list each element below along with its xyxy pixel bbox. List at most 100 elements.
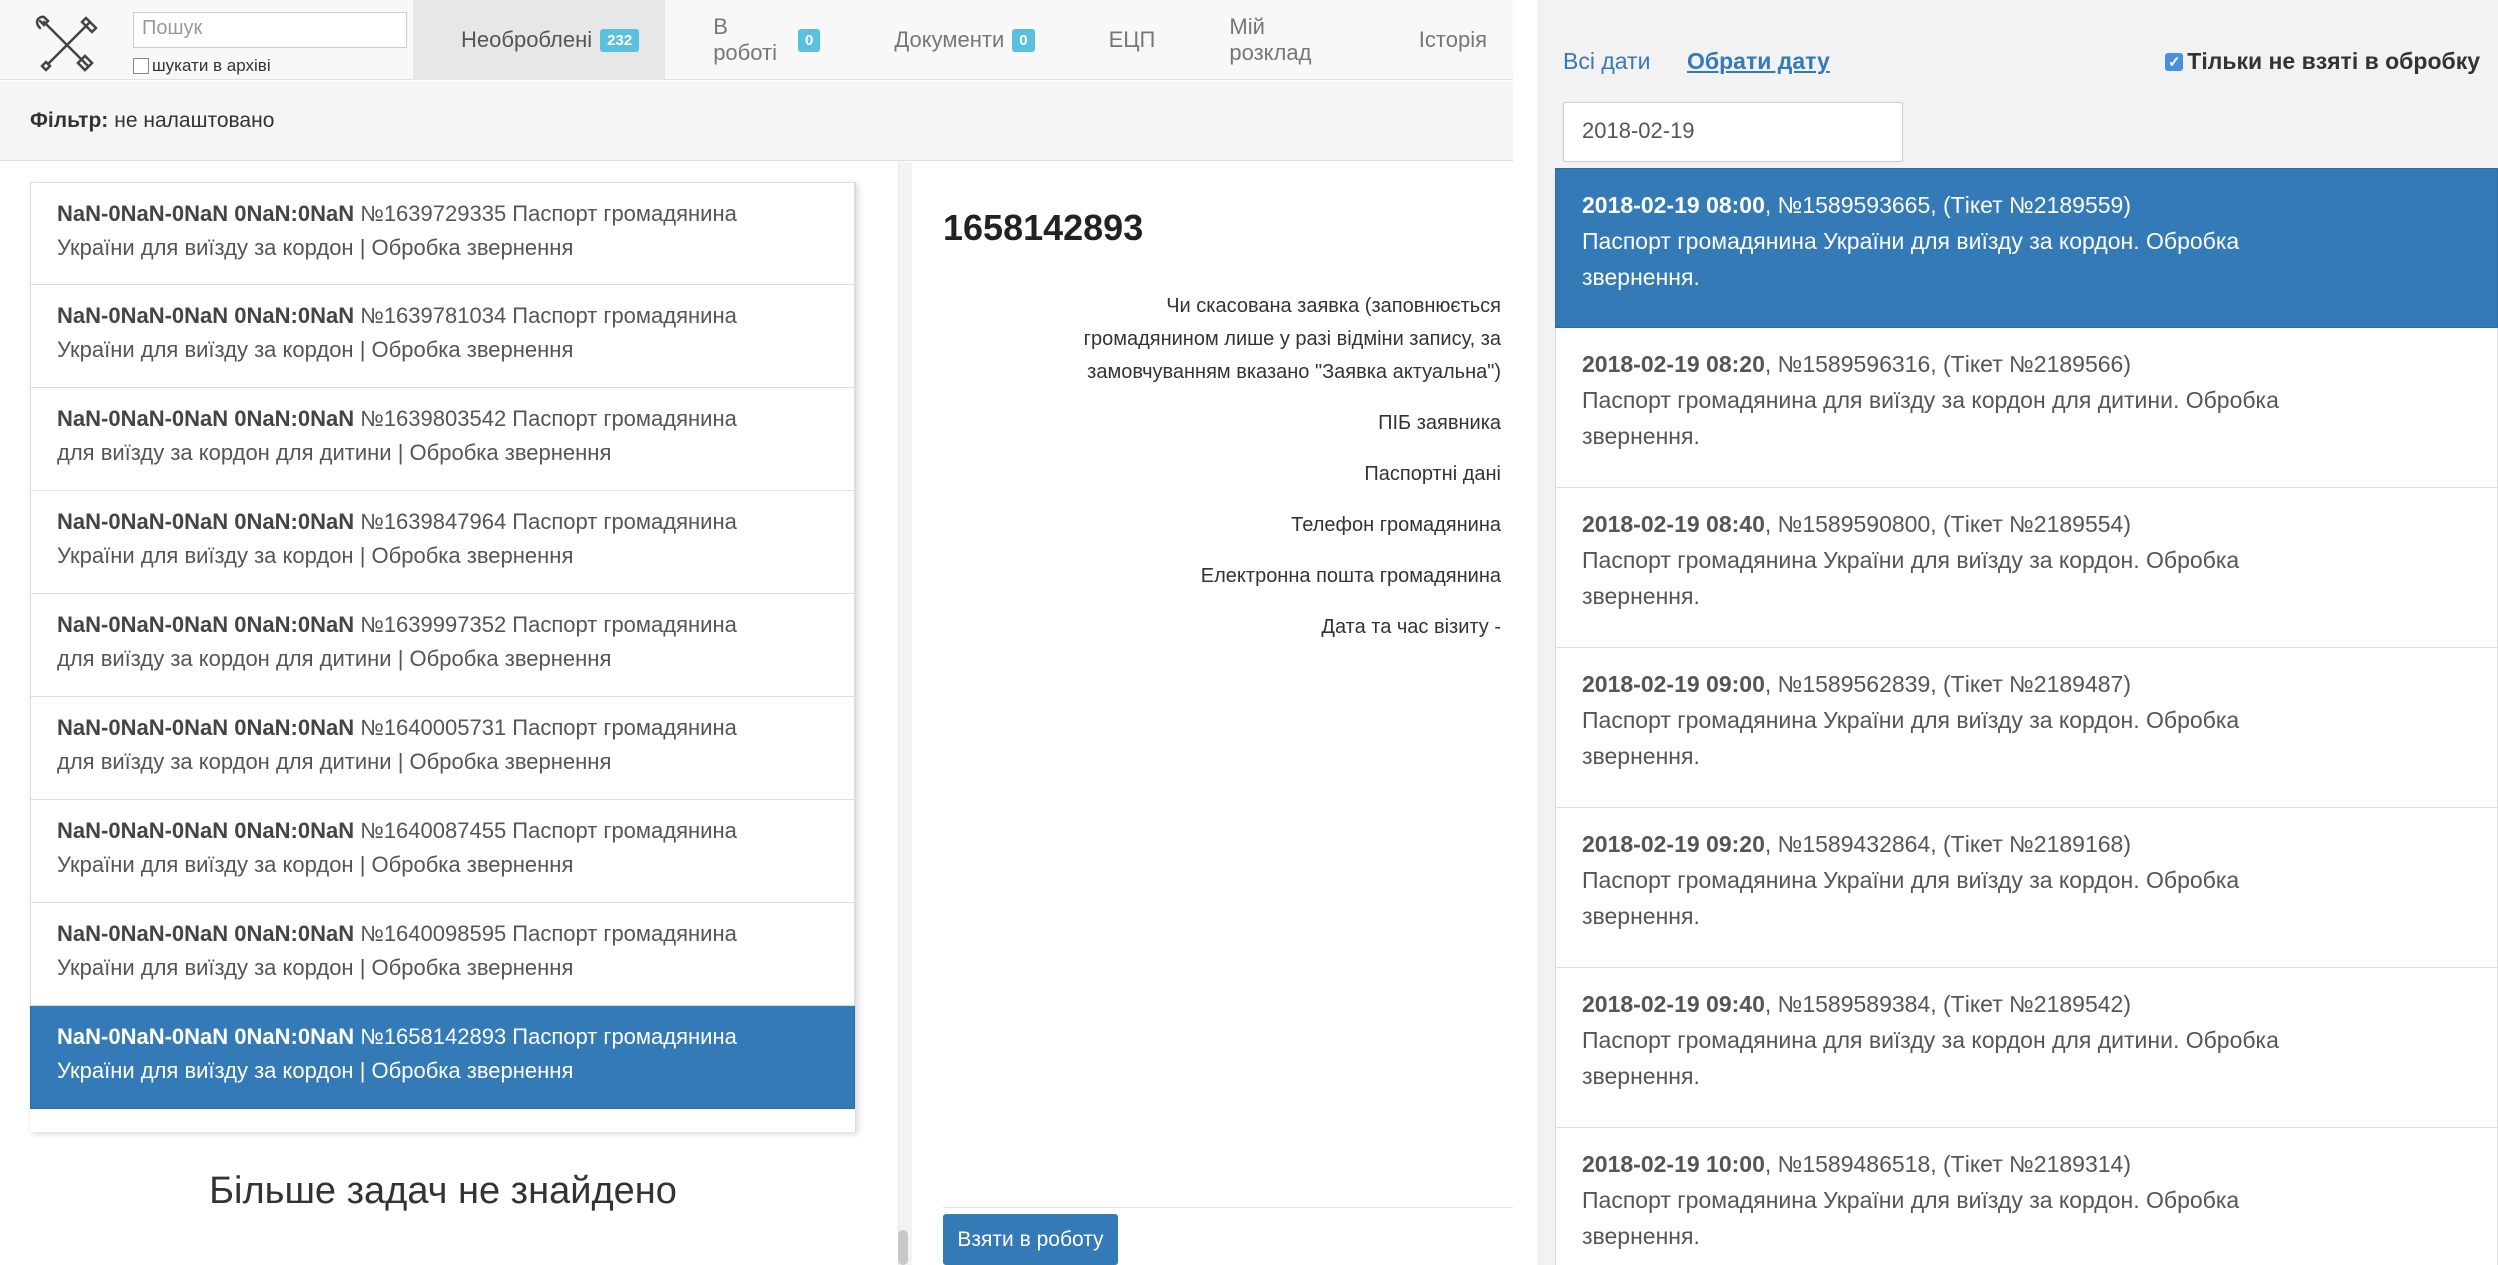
slot-description: Паспорт громадянина України для виїзду з… — [1582, 707, 2240, 733]
task-description: України для виїзду за кордон | Обробка з… — [57, 955, 574, 980]
slot-item[interactable]: 2018-02-19 09:00, №1589562839, (Тікет №2… — [1555, 648, 2498, 808]
slot-description: Паспорт громадянина України для виїзду з… — [1582, 547, 2240, 573]
task-item[interactable]: NaN-0NaN-0NaN 0NaN:0NaN №1639781034 Пасп… — [30, 285, 855, 388]
task-date: NaN-0NaN-0NaN 0NaN:0NaN — [57, 303, 355, 328]
task-description: України для виїзду за кордон | Обробка з… — [57, 852, 574, 877]
panel-scrollbar[interactable] — [898, 162, 912, 1265]
slot-description: Паспорт громадянина України для виїзду з… — [1582, 1187, 2240, 1213]
filter-bar[interactable]: Фільтр: не налаштовано — [0, 81, 1513, 161]
field-label-phone: Телефон громадянина — [1291, 514, 1501, 536]
count-badge: 0 — [798, 28, 821, 52]
task-title: №1639803542 Паспорт громадянина — [360, 406, 737, 431]
slot-item[interactable]: 2018-02-19 09:40, №1589589384, (Тікет №2… — [1555, 968, 2498, 1128]
slot-description: Паспорт громадянина України для виїзду з… — [1582, 228, 2240, 254]
task-title: №1640087455 Паспорт громадянина — [360, 818, 737, 843]
task-title: №1639847964 Паспорт громадянина — [360, 509, 737, 534]
task-title: №1639729335 Паспорт громадянина — [360, 201, 737, 226]
filter-label: Фільтр: — [30, 108, 109, 132]
task-detail-panel: 1658142893 Чи скасована заявка (заповнює… — [913, 162, 1513, 1265]
slot-description: Паспорт громадянина для виїзду за кордон… — [1582, 1027, 2279, 1053]
task-item[interactable]: NaN-0NaN-0NaN 0NaN:0NaN №1639847964 Пасп… — [30, 491, 855, 594]
task-item[interactable]: NaN-0NaN-0NaN 0NaN:0NaN №1639803542 Пасп… — [30, 388, 855, 491]
only-not-taken-toggle[interactable]: ✓ Тільки не взяті в обробку — [2165, 48, 2480, 75]
field-label-applicant-name: ПІБ заявника — [1378, 412, 1501, 434]
task-item[interactable]: NaN-0NaN-0NaN 0NaN:0NaN №1639729335 Пасп… — [30, 182, 855, 285]
only-not-taken-label: Тільки не взяті в обробку — [2187, 48, 2480, 74]
slot-description-cont: звернення. — [1582, 1063, 1700, 1089]
task-item[interactable]: NaN-0NaN-0NaN 0NaN:0NaN №1640087455 Пасп… — [30, 800, 855, 903]
slot-time: 2018-02-19 08:20 — [1582, 351, 1765, 377]
task-title: №1639781034 Паспорт громадянина — [360, 303, 737, 328]
task-item[interactable]: NaN-0NaN-0NaN 0NaN:0NaN №1639997352 Пасп… — [30, 594, 855, 697]
slot-number: , №1589432864, (Тікет №2189168) — [1764, 831, 2131, 857]
no-more-tasks-message: Більше задач не знайдено — [209, 1170, 677, 1212]
task-date: NaN-0NaN-0NaN 0NaN:0NaN — [57, 1024, 355, 1049]
slot-number: , №1589593665, (Тікет №2189559) — [1764, 192, 2131, 218]
task-date: NaN-0NaN-0NaN 0NaN:0NaN — [57, 509, 355, 534]
slot-item[interactable]: 2018-02-19 08:20, №1589596316, (Тікет №2… — [1555, 328, 2498, 488]
slot-item[interactable]: 2018-02-19 09:20, №1589432864, (Тікет №2… — [1555, 808, 2498, 968]
pick-date-link[interactable]: Обрати дату — [1687, 48, 1830, 75]
slot-number: , №1589562839, (Тікет №2189487) — [1764, 671, 2131, 697]
slot-time: 2018-02-19 10:00 — [1582, 1151, 1765, 1177]
all-dates-link[interactable]: Всі дати — [1563, 48, 1650, 75]
slot-number: , №1589589384, (Тікет №2189542) — [1764, 991, 2131, 1017]
slot-description: Паспорт громадянина для виїзду за кордон… — [1582, 387, 2279, 413]
archive-search-toggle[interactable]: шукати в архіві — [133, 56, 271, 76]
task-date: NaN-0NaN-0NaN 0NaN:0NaN — [57, 818, 355, 843]
scrollbar-thumb[interactable] — [898, 1230, 908, 1265]
tab-label: Мій розклад — [1229, 14, 1312, 65]
task-date: NaN-0NaN-0NaN 0NaN:0NaN — [57, 406, 355, 431]
tab-unprocessed[interactable]: Необроблені 232 — [413, 0, 666, 80]
slot-item[interactable]: 2018-02-19 08:40, №1589590800, (Тікет №2… — [1555, 488, 2498, 648]
checkbox-checked-icon[interactable]: ✓ — [2165, 52, 2184, 71]
tab-label: ЕЦП — [1108, 27, 1156, 52]
task-list: NaN-0NaN-0NaN 0NaN:0NaN №1639729335 Пасп… — [30, 182, 856, 1132]
field-label-cancelled-line3: замовчуванням вказано "Заявка актуальна"… — [1087, 361, 1501, 383]
slot-description: Паспорт громадянина України для виїзду з… — [1582, 867, 2240, 893]
tab-documents[interactable]: Документи 0 — [846, 0, 1060, 80]
task-description: України для виїзду за кордон | Обробка з… — [57, 337, 574, 362]
archive-checkbox-label: шукати в архіві — [152, 56, 271, 75]
slot-item[interactable]: 2018-02-19 10:00, №1589486518, (Тікет №2… — [1555, 1128, 2498, 1265]
slot-description-cont: звернення. — [1582, 903, 1700, 929]
task-title: №1640098595 Паспорт громадянина — [360, 921, 737, 946]
main-tabs: Необроблені 232 В роботі 0 Документи 0 Е… — [413, 0, 1513, 80]
tools-logo-icon[interactable] — [30, 14, 106, 74]
field-label-email: Електронна пошта громадянина — [1200, 565, 1501, 587]
tab-in-progress[interactable]: В роботі 0 — [665, 0, 846, 80]
tab-digital-signature[interactable]: ЕЦП — [1061, 0, 1182, 80]
take-to-work-button[interactable]: Взяти в роботу — [943, 1214, 1118, 1265]
slot-time: 2018-02-19 09:40 — [1582, 991, 1765, 1017]
slot-number: , №1589486518, (Тікет №2189314) — [1764, 1151, 2131, 1177]
slot-number: , №1589596316, (Тікет №2189566) — [1764, 351, 2131, 377]
slot-time: 2018-02-19 08:00 — [1582, 192, 1765, 218]
task-description: України для виїзду за кордон | Обробка з… — [57, 543, 574, 568]
task-description: для виїзду за кордон для дитини | Обробк… — [57, 440, 612, 465]
search-input[interactable]: Пошук — [133, 12, 407, 48]
task-item-selected[interactable]: NaN-0NaN-0NaN 0NaN:0NaN №1658142893 Пасп… — [30, 1006, 855, 1109]
slot-description-cont: звернення. — [1582, 264, 1700, 290]
tab-label: В роботі — [713, 14, 777, 65]
filter-value: не налаштовано — [114, 108, 275, 132]
task-item[interactable]: NaN-0NaN-0NaN 0NaN:0NaN №1640005731 Пасп… — [30, 697, 855, 800]
slot-item-selected[interactable]: 2018-02-19 08:00, №1589593665, (Тікет №2… — [1555, 168, 2498, 328]
task-description: для виїзду за кордон для дитини | Обробк… — [57, 646, 612, 671]
tab-my-schedule[interactable]: Мій розклад — [1181, 0, 1370, 80]
date-field[interactable]: 2018-02-19 — [1563, 102, 1903, 162]
slot-description-cont: звернення. — [1582, 423, 1700, 449]
task-item[interactable]: NaN-0NaN-0NaN 0NaN:0NaN №1640098595 Пасп… — [30, 903, 855, 1006]
slot-number: , №1589590800, (Тікет №2189554) — [1764, 511, 2131, 537]
slot-description-cont: звернення. — [1582, 583, 1700, 609]
tab-label: Документи — [894, 27, 1005, 52]
count-badge: 232 — [600, 28, 640, 52]
tab-history[interactable]: Історія — [1371, 0, 1513, 80]
slot-description-cont: звернення. — [1582, 1223, 1700, 1249]
count-badge: 0 — [1012, 28, 1035, 52]
task-date: NaN-0NaN-0NaN 0NaN:0NaN — [57, 612, 355, 637]
field-label-passport-data: Паспортні дані — [1364, 463, 1501, 485]
archive-checkbox[interactable] — [133, 58, 149, 74]
task-description: для виїзду за кордон для дитини | Обробк… — [57, 749, 612, 774]
task-date: NaN-0NaN-0NaN 0NaN:0NaN — [57, 201, 355, 226]
task-title: №1639997352 Паспорт громадянина — [360, 612, 737, 637]
